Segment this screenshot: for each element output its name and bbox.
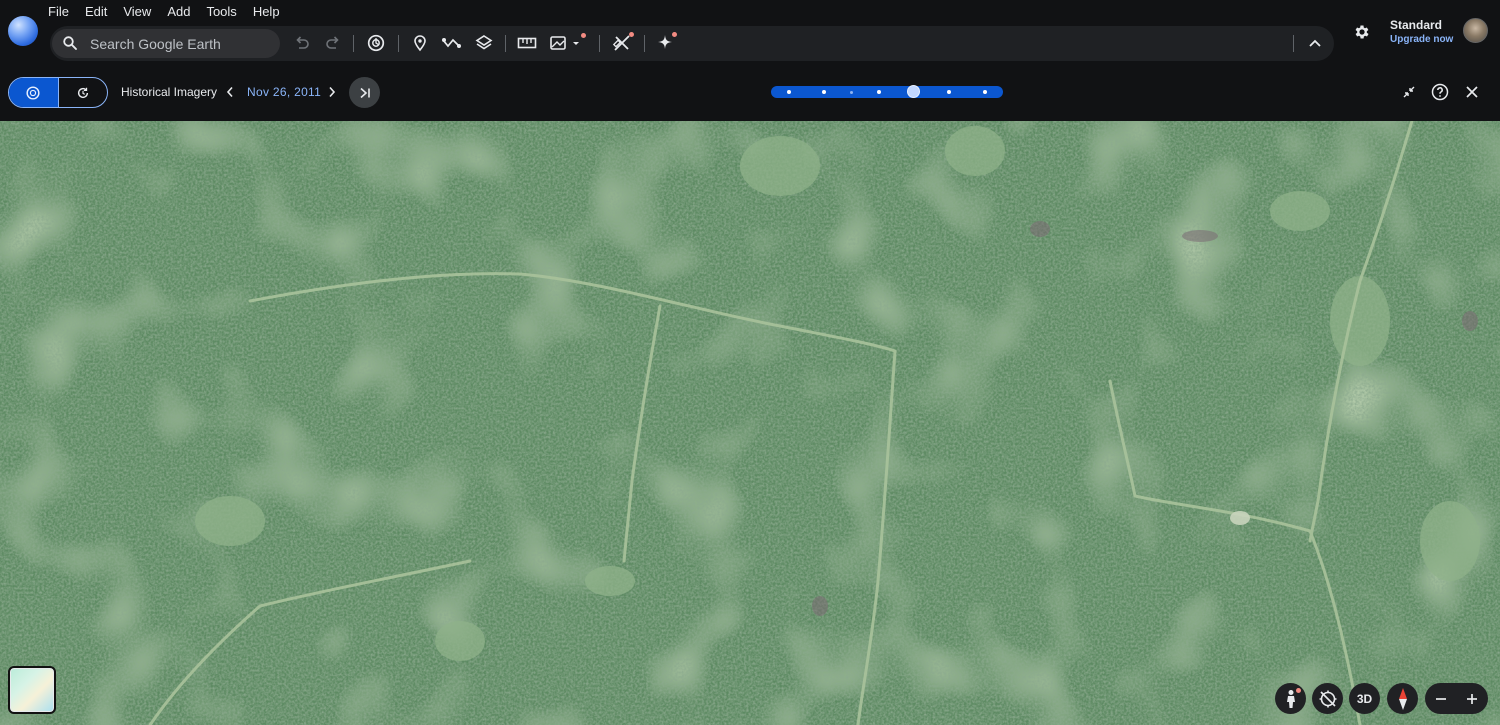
notification-dot <box>1296 688 1301 693</box>
undo-icon[interactable] <box>290 31 314 55</box>
google-earth-logo[interactable] <box>8 16 38 46</box>
help-icon[interactable] <box>1430 82 1450 102</box>
minus-icon <box>1435 697 1446 700</box>
menu-edit[interactable]: Edit <box>77 0 115 22</box>
toolbar-divider <box>353 35 354 52</box>
historical-mode-button[interactable] <box>9 78 58 107</box>
skip-to-end-icon <box>359 87 370 98</box>
next-date-button[interactable] <box>325 84 339 100</box>
toolbar-divider <box>1293 35 1294 52</box>
historical-imagery-bar: Historical Imagery Nov 26, 2011 1985 200… <box>0 63 1500 132</box>
timeline-tick[interactable] <box>850 90 853 94</box>
refresh-clock-icon <box>77 87 89 98</box>
top-bar: File Edit View Add Tools Help Search Goo… <box>0 0 1500 63</box>
menu-help[interactable]: Help <box>245 0 288 22</box>
measure-icon[interactable] <box>515 31 539 55</box>
notification-dot <box>629 32 634 37</box>
street-view-pegman-button[interactable] <box>1275 683 1306 714</box>
settings-icon[interactable] <box>1350 20 1374 44</box>
plan-name: Standard <box>1390 18 1443 32</box>
timeline-tick[interactable] <box>822 90 826 94</box>
toolbar-divider <box>505 35 506 52</box>
3d-toggle-button[interactable]: 3D <box>1349 683 1380 714</box>
tilt-toggle-button[interactable] <box>1312 683 1343 714</box>
previous-date-button[interactable] <box>223 84 237 100</box>
jump-to-latest-button[interactable] <box>349 77 380 108</box>
toolbar-divider <box>599 35 600 52</box>
menu-add[interactable]: Add <box>159 0 198 22</box>
timeline-tick[interactable] <box>983 90 987 94</box>
menu-view[interactable]: View <box>115 0 159 22</box>
menu-file[interactable]: File <box>40 0 77 22</box>
notification-dot <box>581 33 586 38</box>
timeline-slider[interactable]: 1985 2007 2009 2011 2013 2024 <box>771 85 1003 132</box>
current-mode-button[interactable] <box>57 78 107 107</box>
zoom-controls <box>1425 683 1488 714</box>
imagery-mode-toggle <box>8 77 108 108</box>
search-icon <box>62 35 78 56</box>
zoom-in-button[interactable] <box>1456 683 1487 714</box>
map-style-thumbnail[interactable] <box>8 666 56 714</box>
timeline-tick[interactable] <box>877 90 881 94</box>
upgrade-link[interactable]: Upgrade now <box>1390 34 1453 45</box>
timeline-tick[interactable] <box>787 90 791 94</box>
chevron-up-icon[interactable] <box>1303 31 1327 55</box>
close-icon[interactable] <box>1462 82 1482 102</box>
selected-date[interactable]: Nov 26, 2011 <box>247 85 321 99</box>
historical-imagery-icon[interactable] <box>364 31 388 55</box>
map-style-icon[interactable] <box>547 31 587 55</box>
historical-imagery-title: Historical Imagery <box>121 85 218 99</box>
chevron-right-icon <box>329 86 336 98</box>
timeline-handle[interactable] <box>907 85 920 98</box>
menu-tools[interactable]: Tools <box>198 0 244 22</box>
avatar[interactable] <box>1463 18 1488 43</box>
toolbar-divider <box>398 35 399 52</box>
zoom-out-button[interactable] <box>1425 683 1456 714</box>
collapse-icon[interactable] <box>1399 82 1419 102</box>
location-off-icon <box>1319 690 1336 707</box>
gemini-spark-icon[interactable] <box>654 31 678 55</box>
satellite-map-view[interactable] <box>0 121 1500 725</box>
compass-icon <box>1398 687 1407 710</box>
timeline-tick[interactable] <box>947 90 951 94</box>
layers-icon[interactable] <box>472 31 496 55</box>
add-path-icon[interactable] <box>440 31 464 55</box>
menu-bar: File Edit View Add Tools Help <box>40 0 288 22</box>
historical-imagery-icon <box>26 85 41 100</box>
satellite-imagery[interactable] <box>0 121 1500 725</box>
tools-icon[interactable] <box>610 31 634 55</box>
redo-icon[interactable] <box>321 31 345 55</box>
search-box[interactable] <box>52 29 280 58</box>
plus-icon <box>1466 693 1477 704</box>
compass-button[interactable] <box>1387 683 1418 714</box>
toolbar <box>50 26 1334 61</box>
chevron-left-icon <box>226 86 233 98</box>
search-input[interactable] <box>90 29 275 58</box>
add-placemark-icon[interactable] <box>408 31 432 55</box>
toolbar-divider <box>644 35 645 52</box>
google-earth-app: File Edit View Add Tools Help Search Goo… <box>0 0 1500 725</box>
notification-dot <box>672 32 677 37</box>
